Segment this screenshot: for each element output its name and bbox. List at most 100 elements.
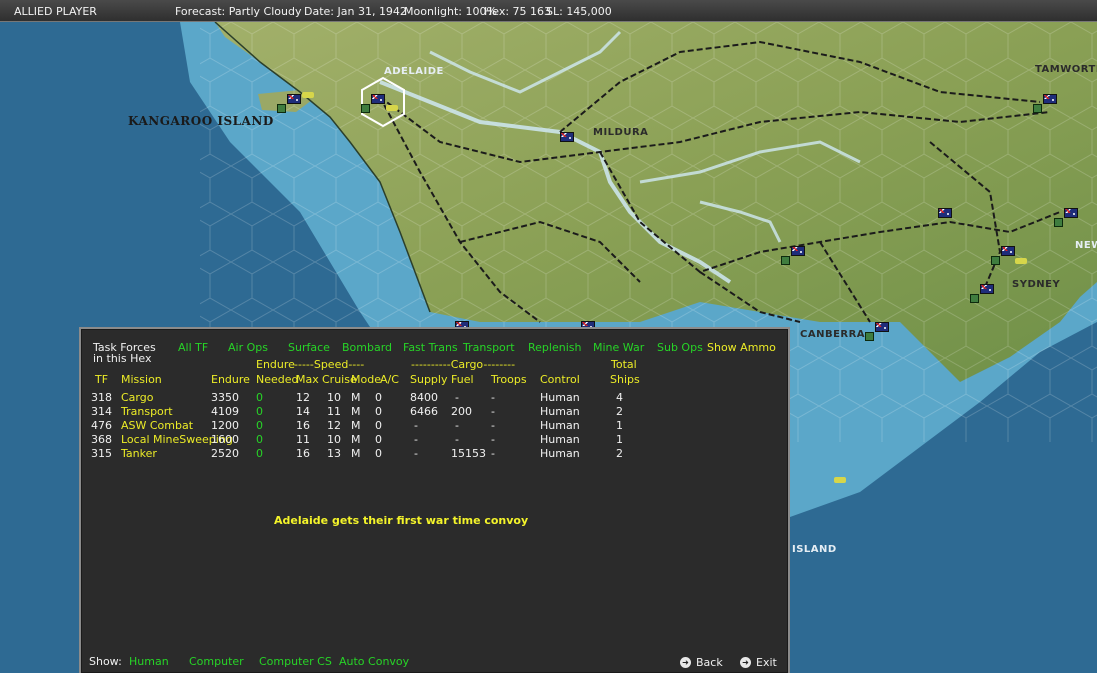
cell-troops: - — [491, 447, 495, 460]
show-computer-cs[interactable]: Computer CS — [259, 655, 332, 668]
col-supply[interactable]: Supply — [410, 373, 448, 386]
cell-tf: 314 — [91, 405, 112, 418]
col-needed[interactable]: Needed — [256, 373, 299, 386]
airbase-icon[interactable] — [781, 256, 790, 265]
allied-flag-icon[interactable] — [980, 284, 994, 294]
supply-level-label: SL: 145,000 — [546, 5, 612, 18]
table-row[interactable]: 315 Tanker 2520 0 16 13 M 0 - 15153 - Hu… — [81, 447, 788, 461]
filter-bombard[interactable]: Bombard — [342, 341, 392, 354]
airbase-icon[interactable] — [970, 294, 979, 303]
cell-max: 11 — [296, 433, 310, 446]
col-ships[interactable]: Ships — [610, 373, 640, 386]
filter-fast-trans[interactable]: Fast Trans — [403, 341, 458, 354]
airbase-icon[interactable] — [865, 332, 874, 341]
cell-ac: 0 — [375, 433, 382, 446]
allied-flag-icon[interactable] — [938, 208, 952, 218]
table-row[interactable]: 368 Local MineSweeping 1600 0 11 10 M 0 … — [81, 433, 788, 447]
place-new: NEW — [1075, 240, 1097, 251]
ship-icon[interactable] — [834, 477, 846, 483]
ship-icon[interactable] — [1015, 258, 1027, 264]
cell-ships: 4 — [616, 391, 623, 404]
airbase-icon[interactable] — [1033, 104, 1042, 113]
cell-ships: 2 — [616, 405, 623, 418]
cell-cruise: 10 — [327, 433, 341, 446]
cell-mission[interactable]: Cargo — [121, 391, 153, 404]
back-label: Back — [696, 656, 723, 669]
allied-flag-icon[interactable] — [1001, 246, 1015, 256]
table-row[interactable]: 318 Cargo 3350 0 12 10 M 0 8400 - - Huma… — [81, 391, 788, 405]
back-button[interactable]: ➜ Back — [680, 656, 723, 669]
cell-needed: 0 — [256, 419, 263, 432]
filter-mine-war[interactable]: Mine War — [593, 341, 644, 354]
cell-ac: 0 — [375, 391, 382, 404]
cell-ships: 1 — [616, 433, 623, 446]
cell-control: Human — [540, 391, 580, 404]
filter-replenish[interactable]: Replenish — [528, 341, 581, 354]
allied-flag-icon[interactable] — [791, 246, 805, 256]
cell-ac: 0 — [375, 405, 382, 418]
col-mode[interactable]: Mode — [351, 373, 381, 386]
cell-mode: M — [351, 433, 361, 446]
cell-ships: 1 — [616, 419, 623, 432]
cell-fuel: - — [455, 391, 459, 404]
airbase-icon[interactable] — [991, 256, 1000, 265]
table-row[interactable]: 314 Transport 4109 0 14 11 M 0 6466 200 … — [81, 405, 788, 419]
cell-troops: - — [491, 419, 495, 432]
allied-flag-icon[interactable] — [1064, 208, 1078, 218]
col-troops[interactable]: Troops — [491, 373, 527, 386]
cell-mission[interactable]: ASW Combat — [121, 419, 193, 432]
cell-needed: 0 — [256, 391, 263, 404]
filter-air-ops[interactable]: Air Ops — [228, 341, 268, 354]
cell-control: Human — [540, 405, 580, 418]
allied-flag-icon[interactable] — [875, 322, 889, 332]
cell-tf: 476 — [91, 419, 112, 432]
cell-ships: 2 — [616, 447, 623, 460]
show-computer[interactable]: Computer — [189, 655, 244, 668]
allied-flag-icon[interactable] — [1043, 94, 1057, 104]
col-endure[interactable]: Endure — [211, 373, 250, 386]
status-bar: ALLIED PLAYER Forecast: Partly Cloudy Da… — [0, 0, 1097, 22]
cell-endure: 3350 — [211, 391, 239, 404]
moonlight-label: Moonlight: 100% — [404, 5, 497, 18]
filter-transport[interactable]: Transport — [463, 341, 515, 354]
filter-sub-ops[interactable]: Sub Ops — [657, 341, 703, 354]
col-fuel[interactable]: Fuel — [451, 373, 474, 386]
show-human[interactable]: Human — [129, 655, 169, 668]
show-auto-convoy[interactable]: Auto Convoy — [339, 655, 409, 668]
cell-fuel: 15153 — [451, 447, 486, 460]
cell-mode: M — [351, 419, 361, 432]
back-arrow-icon: ➜ — [680, 657, 691, 668]
date-label: Date: Jan 31, 1942 — [304, 5, 407, 18]
filter-all-tf[interactable]: All TF — [178, 341, 208, 354]
cell-supply: 8400 — [410, 391, 438, 404]
allied-flag-icon[interactable] — [371, 94, 385, 104]
place-mildura: MILDURA — [593, 127, 649, 138]
cell-control: Human — [540, 419, 580, 432]
cell-max: 16 — [296, 447, 310, 460]
table-row[interactable]: 476 ASW Combat 1200 0 16 12 M 0 - - - Hu… — [81, 419, 788, 433]
cell-needed: 0 — [256, 405, 263, 418]
cell-cruise: 10 — [327, 391, 341, 404]
cell-control: Human — [540, 433, 580, 446]
allied-flag-icon[interactable] — [560, 132, 574, 142]
exit-button[interactable]: ➜ Exit — [740, 656, 777, 669]
col-ac[interactable]: A/C — [380, 373, 399, 386]
group-header-total: Total — [611, 358, 637, 371]
cell-mission[interactable]: Transport — [121, 405, 173, 418]
allied-flag-icon[interactable] — [287, 94, 301, 104]
cell-ac: 0 — [375, 447, 382, 460]
show-ammo-button[interactable]: Show Ammo — [707, 341, 776, 354]
cell-fuel: 200 — [451, 405, 472, 418]
cell-control: Human — [540, 447, 580, 460]
airbase-icon[interactable] — [1054, 218, 1063, 227]
col-tf[interactable]: TF — [95, 373, 108, 386]
ship-icon[interactable] — [386, 105, 398, 111]
airbase-icon[interactable] — [277, 104, 286, 113]
col-control[interactable]: Control — [540, 373, 580, 386]
cell-mission[interactable]: Tanker — [121, 447, 157, 460]
col-max[interactable]: Max — [296, 373, 319, 386]
filter-surface[interactable]: Surface — [288, 341, 330, 354]
airbase-icon[interactable] — [361, 104, 370, 113]
col-mission[interactable]: Mission — [121, 373, 162, 386]
ship-icon[interactable] — [302, 92, 314, 98]
